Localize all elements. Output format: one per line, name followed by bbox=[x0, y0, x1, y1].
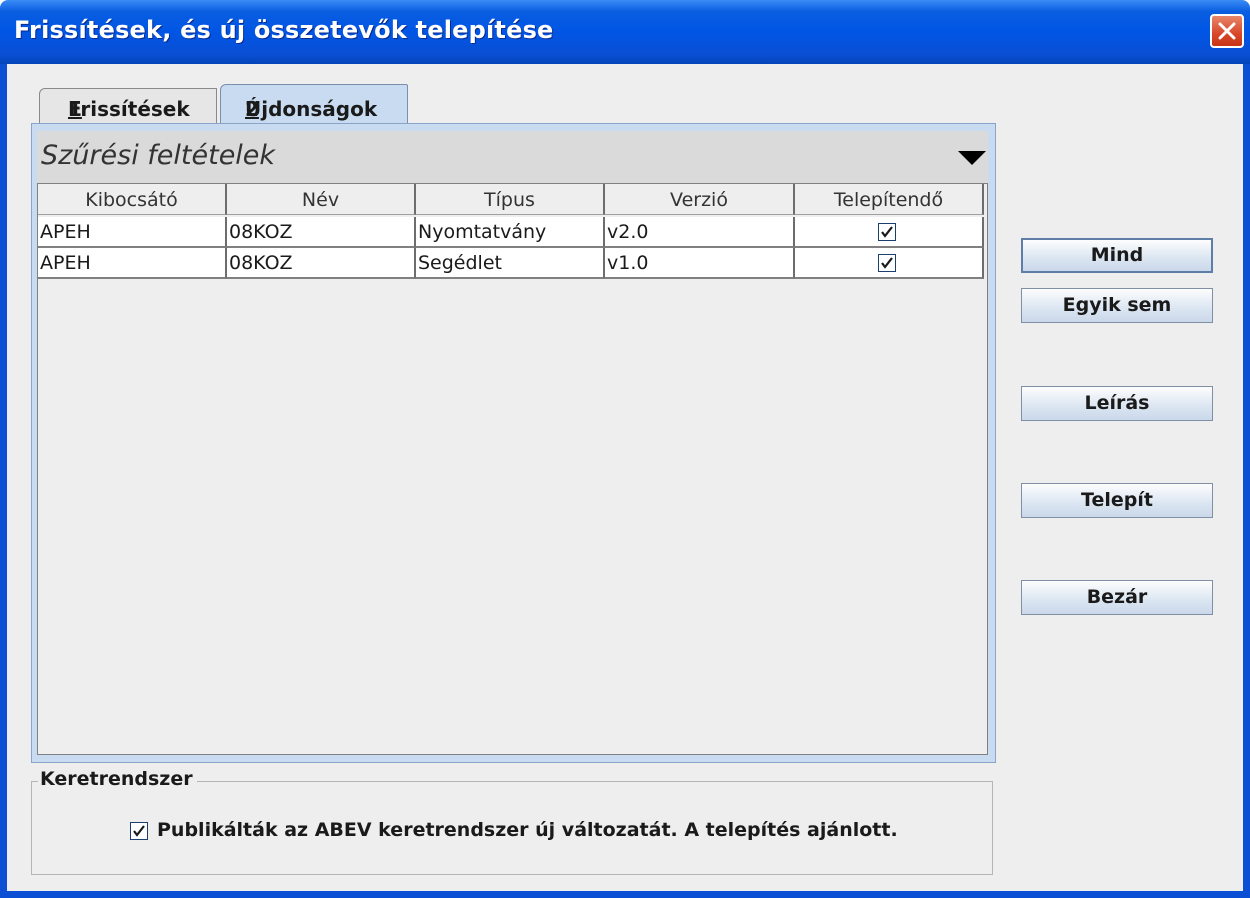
column-header-tipus[interactable]: Típus bbox=[416, 184, 605, 215]
checkmark-icon bbox=[133, 825, 145, 837]
telepitendo-checkbox[interactable] bbox=[878, 254, 896, 272]
framework-notice[interactable]: Publikálták az ABEV keretrendszer új vál… bbox=[157, 819, 898, 841]
cell-verzio: v1.0 bbox=[605, 248, 795, 279]
column-header-kibocsato[interactable]: Kibocsátó bbox=[38, 184, 227, 215]
window-title: Frissítések, és új összetevők telepítése bbox=[14, 16, 554, 44]
cell-nev: 08KOZ bbox=[227, 217, 416, 248]
cell-verzio: v2.0 bbox=[605, 217, 795, 248]
telepitendo-checkbox[interactable] bbox=[878, 223, 896, 241]
table-row[interactable]: APEH 08KOZ Segédlet v1.0 bbox=[38, 248, 984, 279]
tab-frissitesek[interactable]: Frissítések 1 bbox=[39, 88, 217, 124]
description-button[interactable]: Leírás bbox=[1021, 386, 1213, 421]
cell-tipus: Nyomtatvány bbox=[416, 217, 605, 248]
cell-tipus: Segédlet bbox=[416, 248, 605, 279]
close-button[interactable] bbox=[1210, 14, 1244, 48]
triangle-down-icon[interactable] bbox=[958, 151, 986, 165]
close-dialog-button[interactable]: Bezár bbox=[1021, 580, 1213, 615]
cell-telepitendo bbox=[795, 217, 984, 248]
tab-ujdonsagok[interactable]: Újdonságok 2 bbox=[220, 84, 408, 126]
column-header-telepitendo[interactable]: Telepítendő bbox=[795, 184, 984, 215]
title-bar[interactable]: Frissítések, és új összetevők telepítése bbox=[0, 0, 1250, 64]
checkmark-icon bbox=[881, 257, 893, 269]
select-all-button[interactable]: Mind bbox=[1021, 238, 1213, 273]
checkmark-icon bbox=[881, 226, 893, 238]
table-row[interactable]: APEH 08KOZ Nyomtatvány v2.0 bbox=[38, 217, 984, 248]
cell-telepitendo bbox=[795, 248, 984, 279]
filter-label: Szűrési feltételek bbox=[41, 140, 276, 171]
dialog-window: Frissítések, és új összetevők telepítése… bbox=[0, 0, 1250, 898]
cell-kibocsato: APEH bbox=[38, 248, 227, 279]
column-header-verzio[interactable]: Verzió bbox=[605, 184, 795, 215]
filter-toggle[interactable]: Szűrési feltételek bbox=[37, 131, 988, 183]
install-button[interactable]: Telepít bbox=[1021, 483, 1213, 518]
select-none-button[interactable]: Egyik sem bbox=[1021, 288, 1213, 323]
close-icon bbox=[1218, 22, 1236, 40]
column-header-nev[interactable]: Név bbox=[227, 184, 416, 215]
cell-kibocsato: APEH bbox=[38, 217, 227, 248]
framework-group-title: Keretrendszer bbox=[38, 768, 197, 790]
framework-checkbox[interactable] bbox=[130, 822, 148, 840]
cell-nev: 08KOZ bbox=[227, 248, 416, 279]
